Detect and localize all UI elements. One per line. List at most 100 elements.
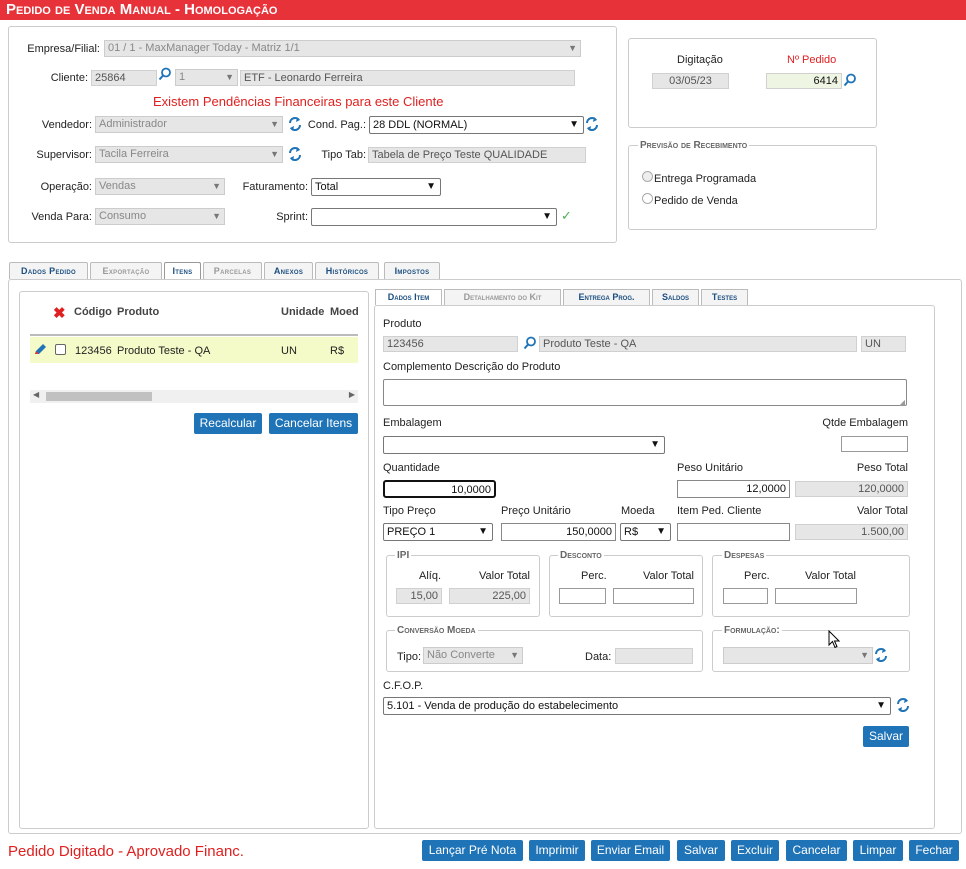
radio-pedido-label[interactable]: Pedido de Venda	[654, 195, 738, 207]
ipi-valor-label: Valor Total	[479, 570, 530, 582]
tab-anexos[interactable]: Anexos	[264, 262, 313, 279]
cancel-button[interactable]: Cancelar	[786, 840, 847, 861]
save-button[interactable]: Salvar	[677, 840, 725, 861]
scroll-right-icon[interactable]: ▶	[349, 390, 355, 399]
produto-un-field: UN	[861, 336, 906, 352]
peso-total-label: Peso Total	[856, 462, 908, 474]
search-icon[interactable]	[158, 67, 172, 84]
status-message: Pedido Digitado - Aprovado Financ.	[8, 843, 244, 860]
supervisor-select[interactable]: Tacila Ferreira ▼	[95, 146, 283, 163]
empresa-label: Empresa/Filial:	[27, 43, 100, 55]
chevron-down-icon: ▼	[212, 181, 221, 191]
clear-button[interactable]: Limpar	[853, 840, 903, 861]
npedido-value: 6414	[813, 75, 838, 87]
close-button[interactable]: Fechar	[909, 840, 959, 861]
delete-button[interactable]: Excluir	[731, 840, 779, 861]
tab-impostos[interactable]: Impostos	[384, 262, 440, 279]
despesas-title: Despesas	[722, 550, 767, 561]
cancelar-itens-button[interactable]: Cancelar Itens	[269, 413, 358, 434]
cfop-select[interactable]: 5.101 - Venda de produção do estabelecim…	[383, 697, 891, 715]
desp-perc-input[interactable]	[723, 588, 768, 604]
chevron-down-icon: ▼	[860, 650, 869, 660]
empresa-select[interactable]: 01 / 1 - MaxManager Today - Matriz 1/1 ▼	[104, 40, 581, 57]
condpag-select[interactable]: 28 DDL (NORMAL) ▼	[369, 116, 584, 134]
quantidade-label: Quantidade	[383, 462, 440, 474]
qtde-embalagem-input[interactable]	[841, 436, 908, 452]
desp-valor-input[interactable]	[775, 588, 857, 604]
radio-entrega-label[interactable]: Entrega Programada	[654, 173, 756, 185]
peso-unit-input[interactable]: 12,0000	[677, 480, 790, 498]
tab-historicos[interactable]: Históricos	[315, 262, 379, 279]
chevron-down-icon: ▼	[270, 149, 279, 159]
cliente-seq-select[interactable]: 1 ▼	[175, 69, 238, 86]
tipo-preco-label: Tipo Preço	[383, 505, 436, 517]
peso-unit-label: Peso Unitário	[677, 462, 744, 474]
formulacao-select[interactable]: ▼	[723, 647, 873, 664]
tab-itens[interactable]: Itens	[164, 262, 201, 280]
chevron-down-icon: ▼	[568, 43, 577, 53]
tab-parcelas[interactable]: Parcelas	[203, 262, 262, 279]
sprint-select[interactable]: ▼	[311, 208, 557, 226]
search-icon[interactable]	[843, 73, 857, 90]
embalagem-select[interactable]: ▼	[383, 436, 665, 454]
recalcular-button[interactable]: Recalcular	[194, 413, 262, 434]
cliente-seq-value: 1	[179, 71, 186, 83]
faturamento-select[interactable]: Total ▼	[311, 178, 441, 196]
tipotab-field: Tabela de Preço Teste QUALIDADE	[368, 147, 586, 163]
tipo-preco-select[interactable]: PREÇO 1 ▼	[383, 523, 493, 541]
item-ped-input[interactable]	[677, 523, 790, 541]
col-codigo: Código	[74, 306, 112, 318]
row-unidade: UN	[281, 345, 297, 357]
item-save-button[interactable]: Salvar	[863, 726, 909, 747]
operacao-select[interactable]: Vendas ▼	[95, 178, 225, 195]
refresh-icon[interactable]	[896, 697, 910, 716]
tipo-conversao-select[interactable]: Não Converte ▼	[423, 647, 523, 664]
tab-dados-item[interactable]: Dados Item	[375, 289, 442, 305]
search-icon[interactable]	[523, 336, 537, 353]
moeda-select[interactable]: R$ ▼	[620, 523, 671, 541]
delete-icon[interactable]: ✖	[53, 304, 66, 322]
cliente-label: Cliente:	[50, 72, 88, 84]
tab-testes[interactable]: Testes	[701, 289, 748, 305]
tab-entrega-prog[interactable]: Entrega Prog.	[563, 289, 650, 305]
scrollbar-thumb[interactable]	[46, 392, 152, 401]
vendedor-select[interactable]: Administrador ▼	[95, 116, 283, 133]
desc-valor-label: Valor Total	[643, 570, 694, 582]
ipi-title: IPI	[395, 550, 412, 561]
tab-saldos[interactable]: Saldos	[652, 289, 699, 305]
scroll-left-icon[interactable]: ◀	[33, 390, 39, 399]
edit-icon[interactable]	[33, 342, 48, 359]
lancar-pre-nota-button[interactable]: Lançar Pré Nota	[422, 840, 523, 861]
npedido-label: Nº Pedido	[787, 54, 837, 66]
quantidade-input[interactable]: 10,0000	[383, 480, 496, 498]
desp-perc-label: Perc.	[744, 570, 770, 582]
complemento-textarea[interactable]: ◢	[383, 379, 907, 407]
cfop-value: 5.101 - Venda de produção do estabelecim…	[387, 700, 619, 712]
chevron-down-icon: ▼	[478, 526, 488, 537]
row-checkbox[interactable]	[55, 344, 66, 355]
moeda-value: R$	[624, 526, 639, 538]
tab-detalhamento-kit[interactable]: Detalhamento do Kit	[444, 289, 561, 305]
refresh-icon[interactable]	[874, 647, 888, 666]
preco-unit-label: Preço Unitário	[501, 505, 571, 517]
preco-unit-input[interactable]: 150,0000	[501, 523, 616, 541]
refresh-icon[interactable]	[585, 116, 599, 135]
tab-exportacao[interactable]: Exportação	[90, 262, 162, 279]
desc-valor-input[interactable]	[613, 588, 694, 604]
send-email-button[interactable]: Enviar Email	[591, 840, 670, 861]
resize-handle-icon[interactable]: ◢	[899, 398, 905, 407]
cliente-code-input[interactable]: 25864	[91, 70, 157, 86]
desc-perc-input[interactable]	[559, 588, 606, 604]
col-unidade: Unidade	[281, 306, 325, 318]
tab-dados-pedido[interactable]: Dados Pedido	[9, 262, 88, 279]
vendapara-select[interactable]: Consumo ▼	[95, 208, 225, 225]
radio-pedido[interactable]	[642, 193, 653, 204]
previsao-title: Previsão de Recebimento	[638, 140, 750, 151]
horizontal-scrollbar[interactable]: ◀ ▶	[30, 390, 358, 403]
supervisor-value: Tacila Ferreira	[99, 148, 169, 160]
radio-entrega[interactable]	[642, 171, 653, 182]
ipi-aliq-field: 15,00	[396, 588, 442, 604]
print-button[interactable]: Imprimir	[529, 840, 585, 861]
ipi-fieldset	[386, 555, 540, 617]
peso-total-field: 120,0000	[795, 481, 908, 497]
